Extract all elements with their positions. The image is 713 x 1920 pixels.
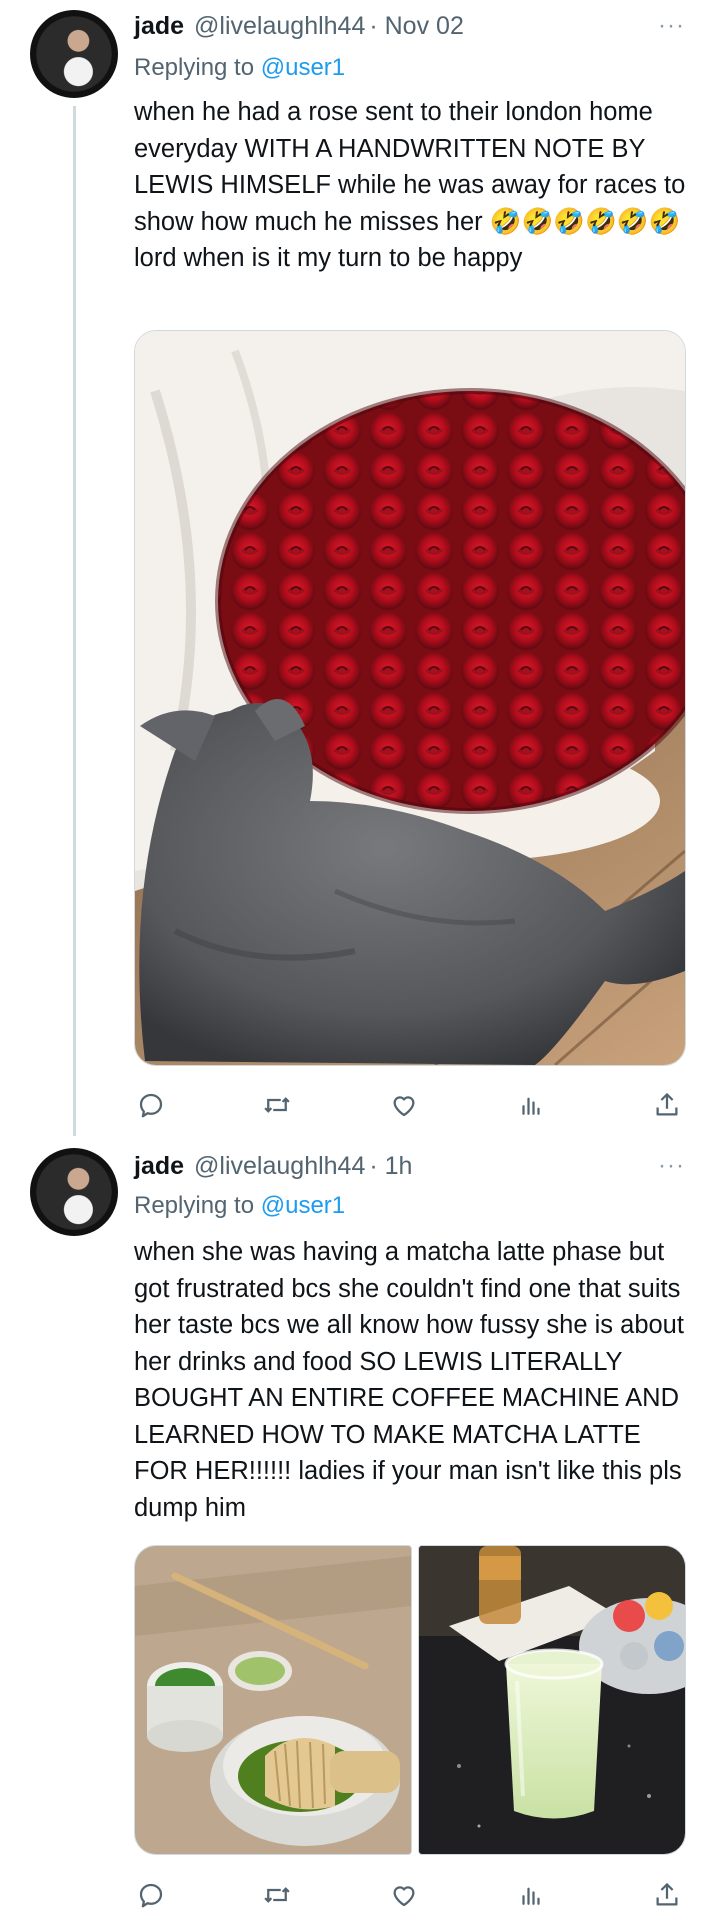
timestamp[interactable]: · Nov 02: [369, 12, 463, 41]
views-button[interactable]: [514, 1878, 548, 1912]
retweet-button[interactable]: [260, 1088, 294, 1122]
reply-icon: [139, 1883, 163, 1908]
like-icon: [393, 1886, 415, 1907]
mention-link[interactable]: @user1: [261, 1192, 345, 1219]
views-icon: [522, 1097, 540, 1115]
more-options-button[interactable]: ···: [658, 1152, 685, 1180]
handle[interactable]: @livelaughlh44: [194, 1152, 365, 1181]
matcha-latte-image: [419, 1546, 685, 1854]
tweet-1: jade @livelaughlh44 · Nov 02 ··· Replyin…: [0, 0, 713, 1140]
share-button[interactable]: [650, 1088, 684, 1122]
tweet-text: when she was having a matcha latte phase…: [134, 1238, 692, 1522]
tweet-header: jade @livelaughlh44 · 1h: [134, 1152, 412, 1186]
tweet-2: jade @livelaughlh44 · 1h ··· Replying to…: [0, 1140, 713, 1920]
tweet-text: when he had a rose sent to their london …: [134, 98, 693, 272]
like-button[interactable]: [387, 1878, 421, 1912]
avatar[interactable]: [30, 1148, 118, 1236]
replying-to-label: Replying to: [134, 54, 255, 81]
tweet-photo-matcha-latte[interactable]: [418, 1545, 686, 1855]
display-name[interactable]: jade: [134, 12, 184, 41]
replying-to-label: Replying to: [134, 1192, 255, 1219]
roses-cat-image: [135, 331, 685, 1065]
views-icon: [522, 1887, 540, 1905]
reply-button[interactable]: [134, 1088, 168, 1122]
tweet-header: jade @livelaughlh44 · Nov 02: [134, 12, 464, 46]
views-button[interactable]: [514, 1088, 548, 1122]
more-options-button[interactable]: ···: [658, 12, 685, 40]
share-icon: [656, 1883, 678, 1906]
replying-to: Replying to @user1: [134, 54, 345, 82]
retweet-icon: [264, 1887, 290, 1903]
reply-button[interactable]: [134, 1878, 168, 1912]
matcha-set-image: [135, 1546, 411, 1854]
mention-link[interactable]: @user1: [261, 54, 345, 81]
tweet-actions: [134, 1878, 684, 1918]
tweet-actions: [134, 1088, 684, 1128]
handle[interactable]: @livelaughlh44: [194, 12, 365, 41]
like-button[interactable]: [387, 1088, 421, 1122]
tweet-photo-roses-cat[interactable]: [134, 330, 686, 1066]
retweet-button[interactable]: [260, 1878, 294, 1912]
display-name[interactable]: jade: [134, 1152, 184, 1181]
share-button[interactable]: [650, 1878, 684, 1912]
avatar[interactable]: [30, 10, 118, 98]
retweet-icon: [264, 1097, 290, 1113]
timestamp[interactable]: · 1h: [369, 1152, 412, 1181]
tweet-photo-matcha-set[interactable]: [134, 1545, 412, 1855]
reply-icon: [139, 1093, 163, 1118]
thread-line: [73, 106, 76, 1136]
replying-to: Replying to @user1: [134, 1192, 345, 1220]
share-icon: [656, 1093, 678, 1116]
like-icon: [393, 1096, 415, 1117]
